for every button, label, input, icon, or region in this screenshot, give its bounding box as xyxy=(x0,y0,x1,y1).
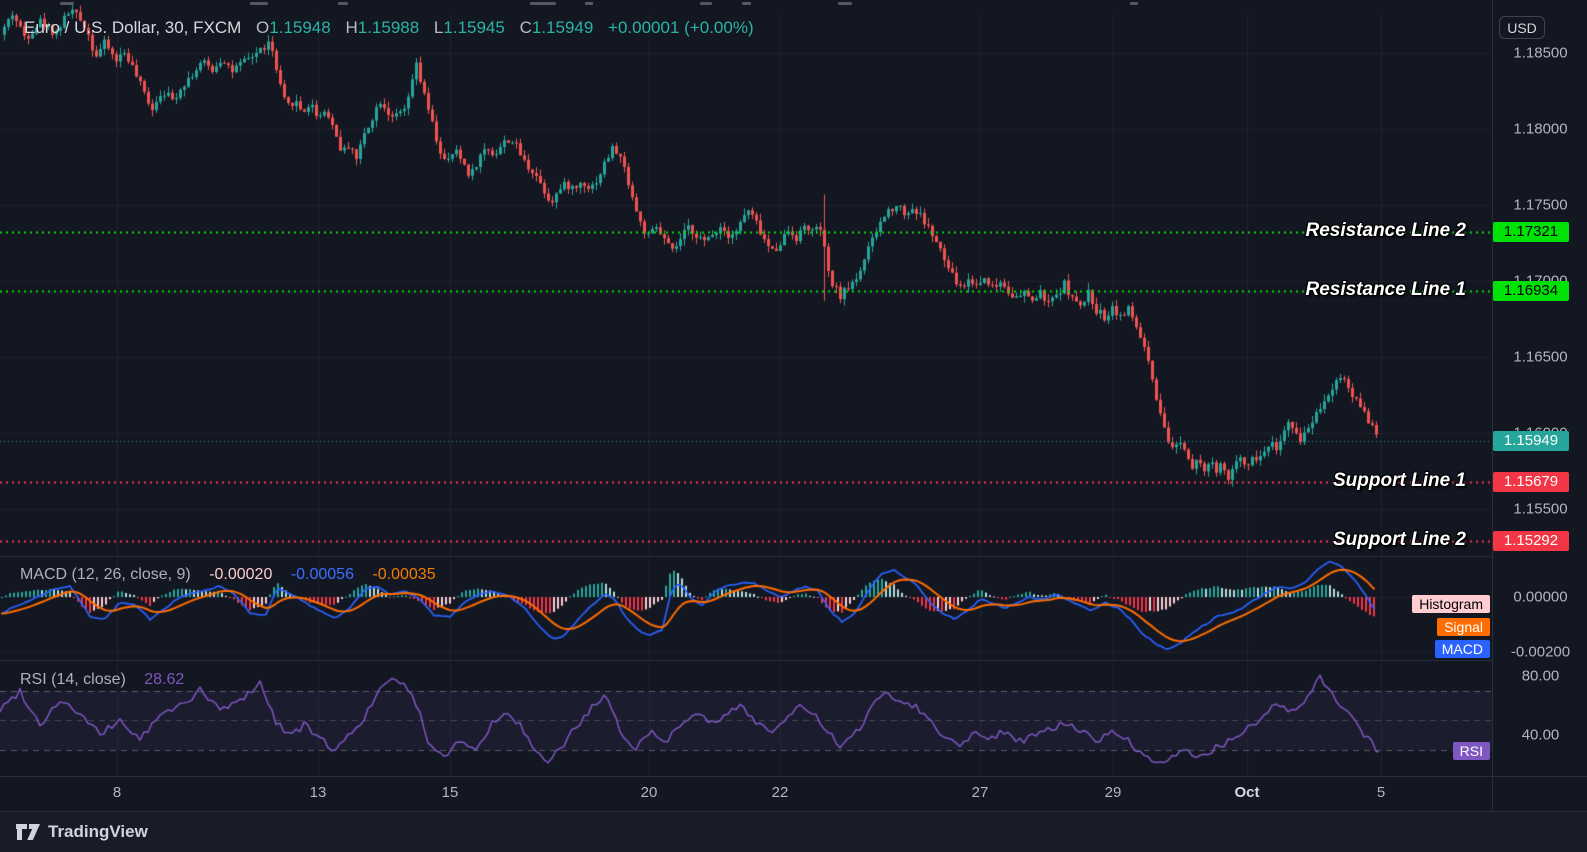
price-axis-tick: 1.18000 xyxy=(1513,120,1568,138)
time-axis[interactable]: 8 13 15 20 22 27 29 Oct 5 xyxy=(0,776,1587,812)
rsi-title[interactable]: RSI (14, close) xyxy=(20,671,126,688)
support-price-badge: 1.15679 xyxy=(1493,471,1569,492)
macd-signal-value: -0.00035 xyxy=(372,566,436,583)
low-label: L xyxy=(433,18,444,37)
level-label-resistance-line-2[interactable]: Resistance Line 2 xyxy=(1305,220,1466,242)
tradingview-logo[interactable]: TradingView xyxy=(15,821,148,843)
macd-legend-badge-signal: Signal xyxy=(1437,618,1490,636)
macd-legend-badge-histogram: Histogram xyxy=(1412,595,1490,613)
price-chart-canvas[interactable] xyxy=(0,0,1492,776)
time-axis-tick: Oct xyxy=(1234,784,1260,801)
time-axis-tick: 27 xyxy=(971,784,989,801)
close-label: C xyxy=(519,18,532,37)
high-value: 1.15988 xyxy=(357,18,420,37)
rsi-axis-tick: 40.00 xyxy=(1521,726,1560,744)
open-value: 1.15948 xyxy=(269,18,331,37)
change-value: +0.00001 (+0.00%) xyxy=(608,18,754,37)
support-price-badge: 1.15292 xyxy=(1493,530,1569,551)
price-axis[interactable]: USD 1.185001.180001.175001.170001.165001… xyxy=(1492,0,1587,812)
currency-toggle-button[interactable]: USD xyxy=(1499,16,1545,39)
tradingview-logo-icon xyxy=(16,824,40,840)
open-label: O xyxy=(256,18,270,37)
level-label-support-line-2[interactable]: Support Line 2 xyxy=(1333,529,1466,551)
rsi-axis-tick: 80.00 xyxy=(1521,667,1560,685)
price-axis-tick: 1.17500 xyxy=(1513,196,1568,214)
price-axis-tick: 1.16500 xyxy=(1513,348,1568,366)
time-axis-tick: 15 xyxy=(441,784,459,801)
rsi-value: 28.62 xyxy=(144,671,185,688)
time-axis-tick: 5 xyxy=(1376,784,1386,801)
macd-legend: MACD (12, 26, close, 9) -0.00020 -0.0005… xyxy=(20,566,436,584)
time-axis-tick: 29 xyxy=(1104,784,1122,801)
chart-container: Euro / U.S. Dollar, 30, FXCM O1.15948 H1… xyxy=(0,0,1587,812)
macd-axis-tick: -0.00200 xyxy=(1510,643,1571,661)
macd-line-value: -0.00056 xyxy=(290,566,354,583)
macd-title[interactable]: MACD (12, 26, close, 9) xyxy=(20,566,191,583)
low-value: 1.15945 xyxy=(443,18,505,37)
time-axis-tick: 20 xyxy=(640,784,658,801)
time-axis-tick: 8 xyxy=(112,784,122,801)
resistance-price-badge: 1.16934 xyxy=(1493,281,1569,302)
resistance-price-badge: 1.17321 xyxy=(1493,222,1569,243)
rsi-legend: RSI (14, close) 28.62 xyxy=(20,671,184,689)
tradingview-logo-text: TradingView xyxy=(48,822,148,841)
level-label-support-line-1[interactable]: Support Line 1 xyxy=(1333,470,1466,492)
tradingview-chart-window: Euro / U.S. Dollar, 30, FXCM O1.15948 H1… xyxy=(0,0,1587,852)
rsi-legend-badge: RSI xyxy=(1452,742,1490,760)
current-price-badge: 1.15949 xyxy=(1493,430,1569,451)
time-axis-tick: 22 xyxy=(771,784,789,801)
level-label-resistance-line-1[interactable]: Resistance Line 1 xyxy=(1305,279,1466,301)
macd-axis-tick: 0.00000 xyxy=(1513,588,1568,606)
macd-histogram-value: -0.00020 xyxy=(209,566,273,583)
bottom-bar: TradingView xyxy=(0,812,1587,852)
symbol-title[interactable]: Euro / U.S. Dollar, 30, FXCM xyxy=(24,18,241,37)
macd-legend-badge-macd: MACD xyxy=(1434,640,1490,658)
price-axis-tick: 1.18500 xyxy=(1513,44,1568,62)
high-label: H xyxy=(345,18,358,37)
time-axis-tick: 13 xyxy=(309,784,327,801)
close-value: 1.15949 xyxy=(531,18,594,37)
symbol-legend[interactable]: Euro / U.S. Dollar, 30, FXCM O1.15948 H1… xyxy=(24,18,754,38)
price-axis-tick: 1.15500 xyxy=(1513,500,1568,518)
